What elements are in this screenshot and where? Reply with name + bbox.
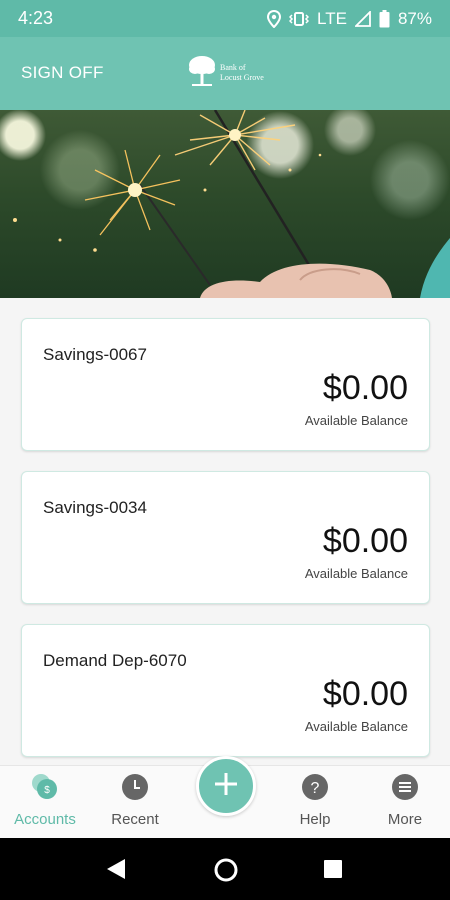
hero-banner-image — [0, 110, 450, 298]
balance-label: Available Balance — [304, 719, 408, 734]
system-navigation-bar — [0, 838, 450, 900]
recents-icon[interactable] — [323, 859, 343, 884]
account-card[interactable]: Savings-0034 $0.00 Available Balance — [21, 471, 430, 604]
account-name: Savings-0034 — [43, 498, 147, 517]
help-icon: ? — [302, 774, 328, 805]
balance-label: Available Balance — [304, 413, 408, 428]
logo-line-1: Bank of — [220, 63, 246, 72]
svg-text:?: ? — [311, 780, 320, 797]
status-icons: LTE 87% — [267, 9, 432, 29]
nav-more[interactable]: More — [360, 766, 450, 839]
logo-line-2: Locust Grove — [220, 73, 264, 82]
nav-accounts[interactable]: $ Accounts — [0, 766, 90, 839]
tree-icon — [188, 55, 216, 92]
account-card[interactable]: Savings-0067 $0.00 Available Balance — [21, 318, 430, 451]
account-balance: $0.00 — [322, 369, 408, 407]
status-time: 4:23 — [18, 8, 54, 28]
location-icon — [267, 9, 282, 28]
sign-off-button[interactable]: SIGN OFF — [21, 63, 104, 83]
vibrate-icon — [289, 11, 310, 27]
nav-recent[interactable]: Recent — [90, 766, 180, 839]
bank-logo: Bank of Locust Grove — [188, 55, 268, 91]
account-name: Savings-0067 — [43, 345, 147, 364]
nav-label: Recent — [111, 811, 159, 828]
plus-icon — [212, 770, 240, 803]
battery-percent: 87% — [397, 8, 432, 28]
nav-label: More — [387, 811, 423, 828]
svg-text:$: $ — [44, 785, 50, 796]
nav-help[interactable]: ? Help — [270, 766, 360, 839]
accounts-icon: $ — [30, 772, 60, 807]
signal-icon — [354, 10, 371, 27]
battery-icon — [379, 9, 390, 28]
account-card[interactable]: Demand Dep-6070 $0.00 Available Balance — [21, 624, 430, 757]
back-icon[interactable] — [105, 858, 127, 885]
status-bar: 4:23 LTE 87% — [0, 0, 450, 37]
app-bar: SIGN OFF Bank of Locust Grove — [0, 37, 450, 110]
network-label: LTE — [317, 8, 347, 28]
account-balance: $0.00 — [322, 522, 408, 560]
balance-label: Available Balance — [304, 566, 408, 581]
app-screen: 4:23 LTE 87% SIGN OFF Bank of Locust Gro… — [0, 0, 450, 900]
nav-label: Accounts — [14, 811, 76, 828]
home-icon[interactable] — [214, 858, 238, 887]
account-name: Demand Dep-6070 — [43, 651, 187, 670]
nav-label: Help — [299, 811, 331, 828]
clock-icon — [122, 774, 148, 805]
account-balance: $0.00 — [322, 675, 408, 713]
add-button[interactable] — [196, 756, 256, 816]
menu-icon — [392, 774, 418, 805]
